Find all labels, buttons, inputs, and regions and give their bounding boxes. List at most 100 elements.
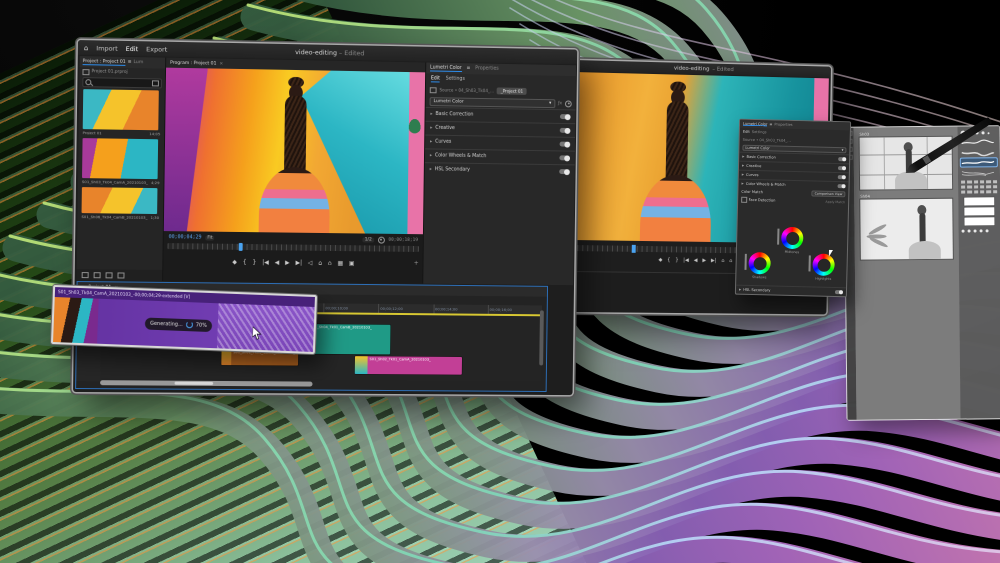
section-hsl-secondary[interactable]: HSL Secondary bbox=[435, 167, 557, 174]
lift-icon[interactable]: ⌂ bbox=[318, 259, 322, 266]
shadows-slider[interactable] bbox=[744, 254, 746, 270]
tool-icon-grid[interactable] bbox=[961, 180, 997, 193]
panel-menu-icon[interactable]: ≡ bbox=[466, 66, 470, 71]
step-back-icon[interactable]: ◀ bbox=[694, 258, 698, 264]
generating-clip[interactable]: S01_Sh03_Tk04_CamA_20210103_-00;00;04;29… bbox=[51, 285, 317, 354]
comparison-view-button[interactable]: Comparison View bbox=[812, 190, 846, 197]
playhead[interactable] bbox=[632, 245, 636, 253]
search-input[interactable] bbox=[93, 79, 150, 87]
chevron-right-icon[interactable]: ▸ bbox=[430, 153, 432, 158]
chevron-right-icon[interactable]: ▸ bbox=[742, 154, 744, 159]
panel-menu-icon[interactable]: ≡ bbox=[128, 60, 132, 65]
close-icon[interactable]: × bbox=[219, 61, 223, 66]
section-curves[interactable]: Curves bbox=[746, 173, 836, 179]
chevron-right-icon[interactable]: ▸ bbox=[742, 163, 744, 168]
go-to-in-icon[interactable]: |◀ bbox=[262, 259, 269, 266]
add-button-icon[interactable]: + bbox=[414, 260, 419, 267]
item-name[interactable]: Project 01 bbox=[83, 130, 102, 135]
section-toggle[interactable] bbox=[835, 290, 843, 294]
subtab-settings[interactable]: Settings bbox=[752, 130, 767, 134]
playback-resolution-dropdown[interactable]: 1/2 bbox=[363, 237, 374, 242]
section-toggle[interactable] bbox=[559, 155, 570, 160]
section-curves[interactable]: Curves bbox=[435, 140, 557, 147]
clip-thumbnail[interactable] bbox=[83, 89, 159, 130]
fx-icon[interactable]: ƒx bbox=[558, 101, 562, 106]
storyboard-frame[interactable] bbox=[860, 137, 953, 190]
section-toggle[interactable] bbox=[560, 142, 571, 147]
storyboard-frame[interactable] bbox=[860, 199, 953, 260]
item-name[interactable]: S01_Sh03_Tk04_CamA_20210103_ bbox=[82, 179, 148, 185]
midtones-wheel[interactable] bbox=[781, 227, 804, 250]
chevron-right-icon[interactable]: ▸ bbox=[430, 112, 432, 117]
tab-properties[interactable]: Properties bbox=[475, 66, 499, 71]
section-toggle[interactable] bbox=[559, 169, 570, 174]
preset-dropdown[interactable]: Lumetri Color ▾ bbox=[430, 97, 556, 108]
section-basic-correction[interactable]: Basic Correction bbox=[435, 112, 557, 119]
tab-overflow[interactable]: Lum bbox=[133, 60, 143, 65]
section-toggle[interactable] bbox=[560, 128, 571, 133]
section-color-wheels[interactable]: Color Wheels & Match bbox=[435, 153, 557, 160]
section-toggle[interactable] bbox=[560, 114, 571, 119]
mark-in-icon[interactable]: { bbox=[243, 258, 247, 265]
chevron-right-icon[interactable]: ▸ bbox=[430, 140, 432, 145]
section-toggle[interactable] bbox=[838, 157, 846, 161]
step-forward-icon[interactable]: ◁ bbox=[308, 259, 313, 266]
chevron-right-icon[interactable]: ▸ bbox=[430, 167, 432, 172]
chevron-right-icon[interactable]: ▸ bbox=[742, 172, 744, 177]
subtab-edit[interactable]: Edit bbox=[743, 130, 750, 134]
section-toggle[interactable] bbox=[838, 166, 846, 170]
add-marker-icon[interactable]: ◆ bbox=[659, 257, 663, 263]
export-frame-icon[interactable]: ▦ bbox=[337, 259, 343, 266]
highlights-slider[interactable] bbox=[808, 255, 810, 271]
tab-lumetri-color[interactable]: Lumetri Color bbox=[430, 65, 462, 71]
apply-match-button[interactable]: Apply Match bbox=[825, 200, 845, 204]
item-name[interactable]: S01_Sh06_Tk04_CamB_20210103_ bbox=[81, 214, 147, 220]
mark-out-icon[interactable]: } bbox=[675, 257, 678, 263]
go-to-in-icon[interactable]: |◀ bbox=[683, 257, 689, 263]
bypass-eye-icon[interactable] bbox=[565, 100, 572, 107]
search-bar[interactable] bbox=[82, 77, 162, 88]
list-view-icon[interactable] bbox=[82, 272, 89, 278]
go-to-out-icon[interactable]: ▶| bbox=[295, 259, 302, 266]
extract-icon[interactable]: ⌂ bbox=[328, 259, 332, 266]
step-back-icon[interactable]: ◀ bbox=[275, 259, 280, 266]
icon-view-icon[interactable] bbox=[94, 272, 101, 278]
section-creative[interactable]: Creative bbox=[746, 164, 836, 170]
target-project-button[interactable]: _Project 01 bbox=[497, 87, 527, 94]
new-item-icon[interactable] bbox=[106, 272, 113, 278]
panel-menu-icon[interactable]: ≡ bbox=[769, 122, 772, 126]
clip-thumbnail[interactable] bbox=[82, 138, 158, 179]
subtab-edit[interactable]: Edit bbox=[431, 76, 440, 82]
layer-swatch[interactable] bbox=[964, 207, 994, 215]
clip-thumbnail[interactable] bbox=[82, 187, 158, 214]
subtab-settings[interactable]: Settings bbox=[446, 77, 465, 82]
section-toggle[interactable] bbox=[837, 184, 845, 188]
extract-icon[interactable]: ⌂ bbox=[729, 258, 732, 264]
section-toggle[interactable] bbox=[838, 175, 846, 179]
playhead[interactable] bbox=[238, 243, 242, 251]
brush-stroke-option-selected[interactable] bbox=[961, 158, 997, 166]
chevron-right-icon[interactable]: ▸ bbox=[742, 181, 744, 186]
layer-swatch[interactable] bbox=[964, 217, 994, 225]
go-to-out-icon[interactable]: ▶| bbox=[711, 258, 717, 264]
footer-icon-row[interactable] bbox=[962, 229, 998, 232]
section-color-wheels[interactable]: Color Wheels & Match bbox=[746, 182, 836, 188]
tab-properties[interactable]: Properties bbox=[774, 123, 792, 127]
timeline-clip[interactable]: S01_Sh02_Tk01_CamA_20210103_ bbox=[355, 356, 462, 375]
midtones-slider[interactable] bbox=[777, 229, 779, 245]
lift-icon[interactable]: ⌂ bbox=[721, 258, 724, 264]
new-bin-icon[interactable] bbox=[152, 80, 159, 86]
chevron-right-icon[interactable]: ▸ bbox=[430, 126, 432, 131]
play-icon[interactable]: ▶ bbox=[702, 258, 706, 264]
add-marker-icon[interactable]: ◆ bbox=[232, 258, 237, 265]
section-hsl-secondary[interactable]: HSL Secondary bbox=[743, 288, 833, 294]
horizontal-scrollbar[interactable] bbox=[100, 380, 312, 386]
section-creative[interactable]: Creative bbox=[435, 126, 557, 133]
settings-icon[interactable] bbox=[378, 236, 385, 243]
brush-stroke-option[interactable] bbox=[961, 148, 997, 156]
section-basic-correction[interactable]: Basic Correction bbox=[746, 155, 836, 161]
face-detection-checkbox[interactable] bbox=[741, 197, 747, 203]
tab-project[interactable]: Project : Project 01 bbox=[83, 59, 126, 66]
tab-program[interactable]: Program : Project 01 bbox=[170, 60, 216, 66]
vertical-scrollbar[interactable] bbox=[539, 310, 544, 365]
